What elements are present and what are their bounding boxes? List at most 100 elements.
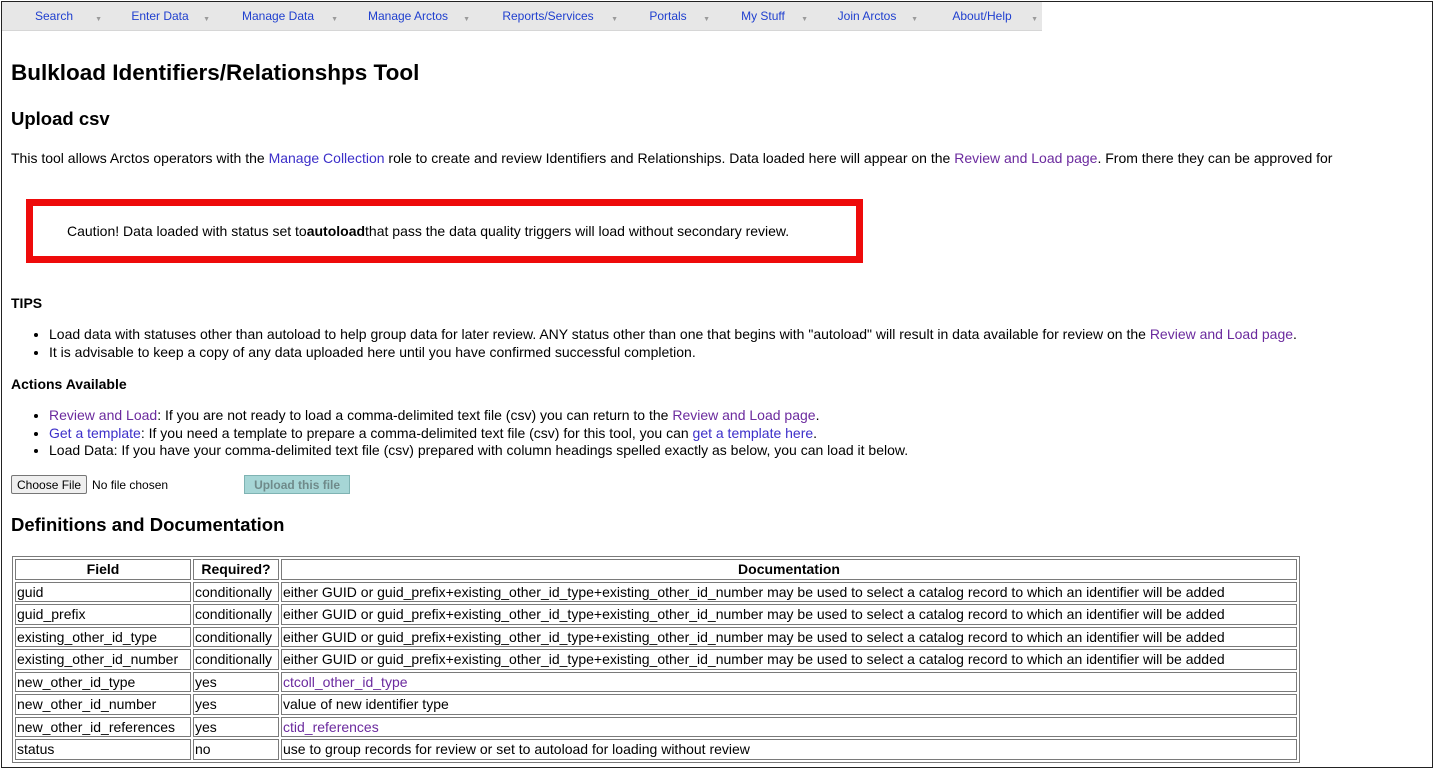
nav-my-stuff[interactable]: My Stuff ▼ xyxy=(714,2,812,30)
page-subtitle: Upload csv xyxy=(11,108,110,129)
column-header-required: Required? xyxy=(193,559,279,580)
file-status: No file chosen xyxy=(92,477,169,492)
cell-documentation: either GUID or guid_prefix+existing_othe… xyxy=(281,649,1297,670)
tip-text: . xyxy=(1293,326,1297,342)
cell-field: new_other_id_number xyxy=(15,694,191,715)
tip-text: Load data with statuses other than autol… xyxy=(49,326,1150,342)
actions-heading: Actions Available xyxy=(11,376,127,392)
action-text: : If you need a template to prepare a co… xyxy=(140,424,693,441)
cell-required: conditionally xyxy=(193,626,279,647)
cell-field: guid xyxy=(15,581,191,602)
code-table-link[interactable]: ctid_references xyxy=(283,719,379,735)
cell-field: new_other_id_references xyxy=(15,716,191,737)
table-body: guid conditionally either GUID or guid_pre… xyxy=(15,581,1297,760)
chevron-down-icon: ▼ xyxy=(331,16,338,23)
nav-about-help[interactable]: About/Help ▼ xyxy=(922,2,1042,30)
intro-paragraph: This tool allows Arctos operators with t… xyxy=(11,150,1332,166)
nav-label: My Stuff xyxy=(741,9,785,23)
tips-list: Load data with statuses other than autol… xyxy=(11,326,1297,361)
upload-file-button[interactable]: Upload this file xyxy=(244,475,351,494)
caution-text: that pass the data quality triggers will… xyxy=(365,223,790,239)
cell-field: guid_prefix xyxy=(15,604,191,625)
cell-field: existing_other_id_number xyxy=(15,649,191,670)
upload-form: Choose File No file chosen Upload this f… xyxy=(11,475,351,494)
nav-label: Enter Data xyxy=(131,9,189,23)
chevron-down-icon: ▼ xyxy=(463,16,470,23)
cell-documentation: use to group records for review or set t… xyxy=(281,739,1297,760)
column-header-documentation: Documentation xyxy=(281,559,1297,580)
list-item: Load data with statuses other than autol… xyxy=(49,326,1297,344)
cell-required: yes xyxy=(193,694,279,715)
list-item: It is advisable to keep a copy of any da… xyxy=(49,344,1297,362)
nav-manage-arctos[interactable]: Manage Arctos ▼ xyxy=(342,2,474,30)
review-and-load-page-link[interactable]: Review and Load page xyxy=(954,150,1097,166)
nav-label: Manage Arctos xyxy=(367,9,449,23)
table-header-row: Field Required? Documentation xyxy=(15,559,1297,580)
list-item: Review and Load: If you are not ready to… xyxy=(49,407,908,425)
review-and-load-link[interactable]: Review and Load xyxy=(49,407,157,423)
cell-documentation: ctcoll_other_id_type xyxy=(281,671,1297,692)
cell-documentation: either GUID or guid_prefix+existing_othe… xyxy=(281,604,1297,625)
nav-search[interactable]: Search ▼ xyxy=(2,2,106,30)
cell-required: conditionally xyxy=(193,604,279,625)
column-header-field: Field xyxy=(15,559,191,580)
table-row: new_other_id_type yes ctcoll_other_id_type xyxy=(15,671,1297,692)
code-table-link[interactable]: ctcoll_other_id_type xyxy=(283,674,408,690)
cell-documentation: either GUID or guid_prefix+existing_othe… xyxy=(281,626,1297,647)
table-row: new_other_id_number yes value of new ident… xyxy=(15,694,1297,715)
nav-label: Manage Data xyxy=(241,9,315,23)
nav-join-arctos[interactable]: Join Arctos ▼ xyxy=(812,2,922,30)
caution-keyword: autoload xyxy=(306,223,366,239)
get-a-template-here-link[interactable]: get a template here xyxy=(693,425,814,441)
nav-portals[interactable]: Portals ▼ xyxy=(622,2,714,30)
chevron-down-icon: ▼ xyxy=(911,16,918,23)
nav-manage-data[interactable]: Manage Data ▼ xyxy=(214,2,342,30)
chevron-down-icon: ▼ xyxy=(611,16,618,23)
table-row: existing_other_id_number conditionally eit… xyxy=(15,649,1297,670)
cell-field: existing_other_id_type xyxy=(15,626,191,647)
tips-heading: TIPS xyxy=(11,295,43,311)
actions-list: Review and Load: If you are not ready to… xyxy=(11,407,908,460)
definitions-table: Field Required? Documentation guid condit… xyxy=(12,556,1300,763)
list-item: Load Data: If you have your comma-delimi… xyxy=(49,442,908,460)
table-row: guid conditionally either GUID or guid_pre… xyxy=(15,581,1297,602)
nav-label: About/Help xyxy=(952,9,1012,23)
intro-text: role to create and review Identifiers an… xyxy=(384,150,955,166)
chevron-down-icon: ▼ xyxy=(1031,16,1038,23)
cell-field: new_other_id_type xyxy=(15,671,191,692)
table-row: existing_other_id_type conditionally eithe… xyxy=(15,626,1297,647)
cell-documentation: value of new identifier type xyxy=(281,694,1297,715)
chevron-down-icon: ▼ xyxy=(801,16,808,23)
cell-required: yes xyxy=(193,716,279,737)
nav-label: Reports/Services xyxy=(502,9,594,23)
cell-required: conditionally xyxy=(193,581,279,602)
browser-page: Search ▼ Enter Data ▼ Manage Data ▼ Manage … xyxy=(1,1,1433,768)
caution-box: Caution! Data loaded with status set to … xyxy=(26,199,863,263)
chevron-down-icon: ▼ xyxy=(703,16,710,23)
review-and-load-page-link[interactable]: Review and Load page xyxy=(672,407,815,423)
cell-field: status xyxy=(15,739,191,760)
review-and-load-page-link[interactable]: Review and Load page xyxy=(1150,326,1293,342)
choose-file-button[interactable]: Choose File xyxy=(11,475,88,494)
intro-text: . From there they can be approved for xyxy=(1097,150,1333,166)
action-text: . xyxy=(815,407,820,423)
nav-enter-data[interactable]: Enter Data ▼ xyxy=(106,2,214,30)
get-a-template-link[interactable]: Get a template xyxy=(49,425,141,441)
table-row: new_other_id_references yes ctid_reference… xyxy=(15,716,1297,737)
definitions-heading: Definitions and Documentation xyxy=(11,514,285,535)
action-text: . xyxy=(813,424,818,441)
page-title: Bulkload Identifiers/Relationshps Tool xyxy=(11,60,420,85)
table-row: guid_prefix conditionally either GUID or g… xyxy=(15,604,1297,625)
nav-reports-services[interactable]: Reports/Services ▼ xyxy=(474,2,622,30)
nav-label: Portals xyxy=(649,9,687,23)
cell-required: conditionally xyxy=(193,649,279,670)
manage-collection-link[interactable]: Manage Collection xyxy=(269,150,385,166)
caution-text: Caution! Data loaded with status set to xyxy=(67,223,307,239)
table-row: status no use to group records for review … xyxy=(15,739,1297,760)
list-item: Get a template: If you need a template t… xyxy=(49,425,908,443)
chevron-down-icon: ▼ xyxy=(203,16,210,23)
cell-required: no xyxy=(193,739,279,760)
chevron-down-icon: ▼ xyxy=(95,16,102,23)
cell-documentation: either GUID or guid_prefix+existing_othe… xyxy=(281,581,1297,602)
intro-text: This tool allows Arctos operators with t… xyxy=(11,150,269,166)
